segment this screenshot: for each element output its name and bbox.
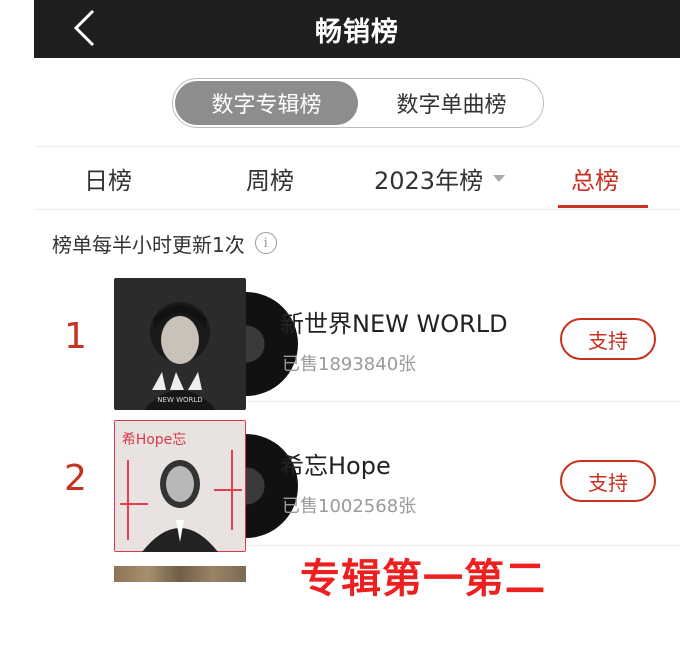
album-cover[interactable]: NEW WORLD bbox=[114, 278, 246, 410]
sales-count: 已售1893840张 bbox=[282, 354, 417, 375]
album-row[interactable]: 1 NEW WORLD 新世界NEW WORLD 已售1893840张 支持 bbox=[34, 278, 680, 418]
segment-digital-single[interactable]: 数字单曲榜 bbox=[360, 79, 543, 127]
chart-type-switch: 数字专辑榜 数字单曲榜 bbox=[172, 78, 544, 128]
support-button[interactable]: 支持 bbox=[560, 318, 656, 360]
album-name[interactable]: 新世界NEW WORLD bbox=[280, 304, 508, 339]
caption-overlay: 专辑第一第二 bbox=[300, 556, 546, 602]
album-name[interactable]: 希忘Hope bbox=[280, 446, 391, 481]
period-tabs: 日榜 周榜 2023年榜 总榜 bbox=[34, 148, 680, 208]
tab-label: 日榜 bbox=[84, 166, 132, 195]
divider bbox=[34, 209, 680, 210]
album-row[interactable]: 2 希Hope忘 希忘Hope 已售1002568张 支持 bbox=[34, 420, 680, 560]
tab-label: 2023年榜 bbox=[374, 166, 484, 195]
tab-label: 周榜 bbox=[246, 166, 294, 195]
album-cover-art-new-world: NEW WORLD bbox=[114, 278, 246, 410]
album-cover-art-hope: 希Hope忘 bbox=[114, 420, 246, 552]
divider bbox=[246, 401, 680, 402]
tab-weekly[interactable]: 周榜 bbox=[246, 148, 294, 208]
tab-year-2023[interactable]: 2023年榜 bbox=[374, 148, 506, 208]
page-title: 畅销榜 bbox=[315, 16, 399, 48]
caret-down-icon bbox=[493, 174, 506, 182]
active-tab-indicator bbox=[558, 205, 648, 208]
svg-text:希Hope忘: 希Hope忘 bbox=[122, 432, 187, 448]
divider bbox=[34, 146, 680, 147]
sales-count: 已售1002568张 bbox=[282, 496, 417, 517]
tab-daily[interactable]: 日榜 bbox=[84, 148, 132, 208]
album-cover[interactable]: 希Hope忘 bbox=[114, 420, 246, 552]
info-icon[interactable]: i bbox=[254, 232, 277, 254]
update-note: 榜单每半小时更新1次 i bbox=[52, 228, 277, 258]
tab-all-time[interactable]: 总榜 bbox=[571, 148, 619, 208]
segment-digital-album[interactable]: 数字专辑榜 bbox=[175, 81, 358, 125]
album-cover-partial[interactable] bbox=[114, 566, 246, 582]
top-bar: 畅销榜 bbox=[34, 0, 680, 58]
svg-text:NEW WORLD: NEW WORLD bbox=[157, 396, 202, 404]
support-button[interactable]: 支持 bbox=[560, 460, 656, 502]
tab-label: 总榜 bbox=[571, 166, 619, 195]
update-note-text: 榜单每半小时更新1次 bbox=[52, 232, 245, 257]
rank-number: 2 bbox=[64, 458, 87, 499]
rank-number: 1 bbox=[64, 316, 87, 357]
